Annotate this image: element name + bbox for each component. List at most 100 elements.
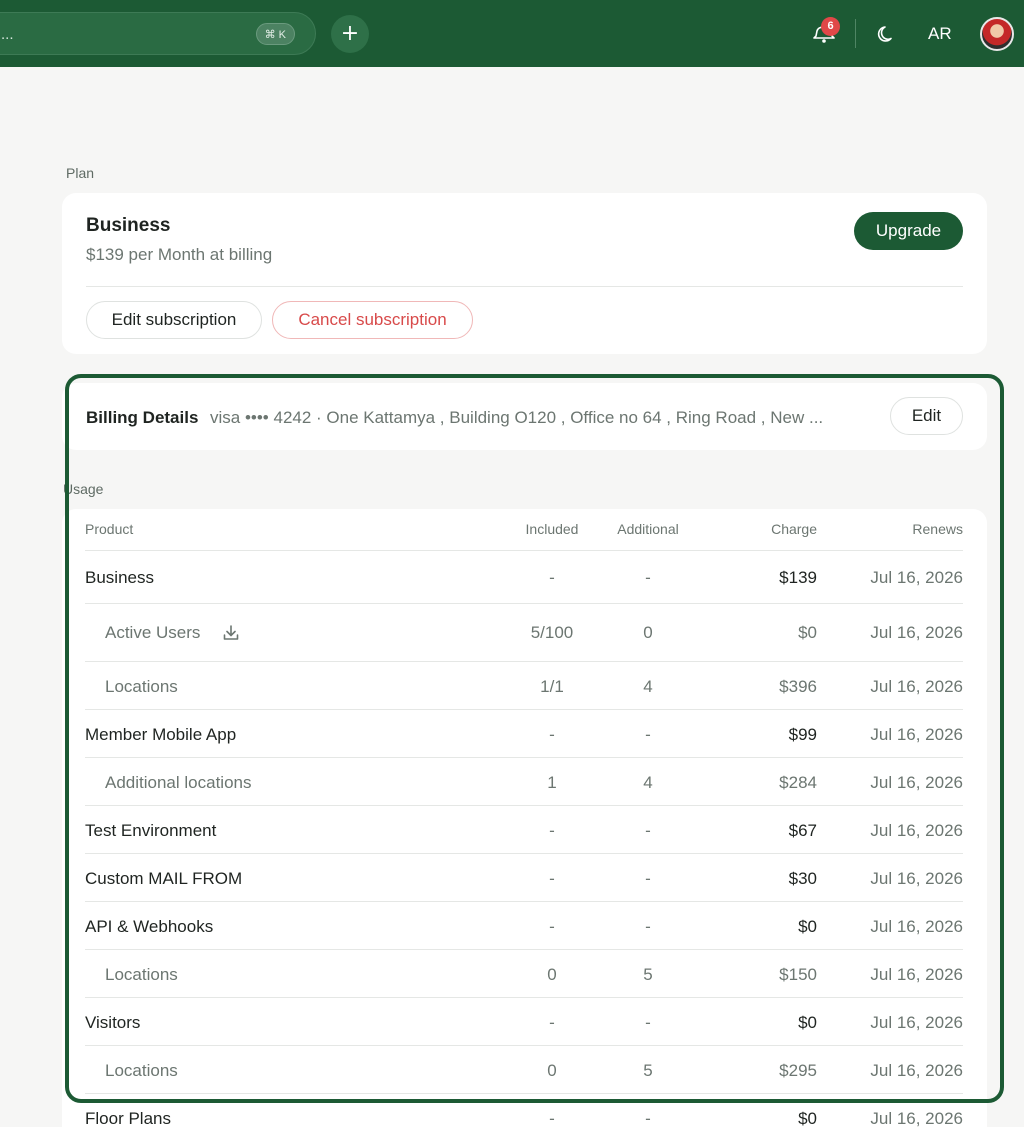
row-renews: Jul 16, 2026 — [870, 821, 963, 840]
row-additional: - — [645, 821, 651, 840]
row-additional: 4 — [643, 677, 653, 696]
column-header-charge: Charge — [771, 521, 817, 537]
edit-billing-button[interactable]: Edit — [890, 397, 963, 435]
row-additional: - — [645, 917, 651, 936]
column-header-additional: Additional — [617, 521, 679, 537]
usage-table: Product Included Additional Charge Renew… — [62, 509, 987, 1127]
row-included: - — [549, 917, 555, 936]
row-renews: Jul 16, 2026 — [870, 773, 963, 792]
column-header-included: Included — [525, 521, 579, 537]
search-shortcut-badge: ⌘ K — [255, 23, 295, 45]
cancel-subscription-button[interactable]: Cancel subscription — [272, 301, 473, 339]
usage-table-header: Product Included Additional Charge Renew… — [85, 509, 963, 551]
row-product: Visitors — [85, 1013, 141, 1032]
billing-details-title: Billing Details — [86, 408, 199, 427]
row-charge: $0 — [798, 1013, 817, 1032]
download-icon[interactable] — [222, 624, 240, 642]
top-bar: ... ⌘ K + 6 AR — [0, 0, 1024, 67]
billing-details-summary: visa •••• 4242 · One Kattamya , Building… — [210, 408, 824, 427]
row-additional: - — [645, 869, 651, 888]
row-renews: Jul 16, 2026 — [870, 568, 963, 587]
table-row: Business - - $139 Jul 16, 2026 — [85, 551, 963, 604]
row-charge: $67 — [788, 821, 817, 840]
row-additional: 4 — [643, 773, 653, 792]
row-included: - — [549, 568, 555, 587]
plan-card: Business $139 per Month at billing Upgra… — [62, 193, 987, 354]
row-additional: - — [645, 725, 651, 744]
row-renews: Jul 16, 2026 — [870, 677, 963, 696]
row-charge: $284 — [779, 773, 817, 792]
row-additional: 5 — [643, 1061, 653, 1080]
row-included: 1 — [547, 773, 557, 792]
notification-count-badge: 6 — [821, 17, 840, 36]
row-included: - — [549, 821, 555, 840]
user-avatar[interactable] — [980, 17, 1014, 51]
table-row: API & Webhooks - - $0 Jul 16, 2026 — [85, 902, 963, 950]
row-product: Custom MAIL FROM — [85, 869, 243, 888]
row-product: Business — [85, 568, 154, 587]
row-charge: $396 — [779, 677, 817, 696]
language-switch[interactable]: AR — [928, 24, 952, 44]
row-charge: $139 — [779, 568, 817, 587]
row-product: Active Users — [105, 623, 201, 642]
row-renews: Jul 16, 2026 — [870, 1013, 963, 1032]
row-included: - — [549, 869, 555, 888]
topbar-divider — [855, 19, 856, 48]
row-included: - — [549, 1013, 555, 1032]
search-bar[interactable]: ... ⌘ K — [0, 12, 316, 55]
row-charge: $0 — [798, 1109, 817, 1127]
row-product: Locations — [105, 1061, 178, 1080]
add-button[interactable]: + — [331, 15, 369, 53]
column-header-renews: Renews — [912, 521, 963, 537]
table-row: Locations 1/1 4 $396 Jul 16, 2026 — [85, 662, 963, 710]
row-charge: $150 — [779, 965, 817, 984]
row-product: Locations — [105, 677, 178, 696]
upgrade-button[interactable]: Upgrade — [854, 212, 963, 250]
plan-card-divider — [86, 286, 963, 287]
billing-details-card: Billing Details visa •••• 4242 · One Kat… — [62, 383, 987, 450]
row-renews: Jul 16, 2026 — [870, 965, 963, 984]
column-header-product: Product — [85, 521, 134, 537]
table-row: Test Environment - - $67 Jul 16, 2026 — [85, 806, 963, 854]
row-additional: - — [645, 1013, 651, 1032]
plan-price: $139 per Month at billing — [86, 245, 273, 264]
row-included: 1/1 — [540, 677, 564, 696]
row-product: Test Environment — [85, 821, 217, 840]
row-included: - — [549, 725, 555, 744]
row-renews: Jul 16, 2026 — [870, 869, 963, 888]
row-renews: Jul 16, 2026 — [870, 1109, 963, 1127]
search-input[interactable]: ... — [1, 26, 14, 43]
table-row: Additional locations 1 4 $284 Jul 16, 20… — [85, 758, 963, 806]
row-charge: $99 — [788, 725, 817, 744]
table-row: Member Mobile App - - $99 Jul 16, 2026 — [85, 710, 963, 758]
usage-section-label: Usage — [63, 481, 104, 497]
row-included: 5/100 — [530, 623, 574, 642]
row-additional: - — [645, 1109, 651, 1127]
row-charge: $295 — [779, 1061, 817, 1080]
edit-subscription-button[interactable]: Edit subscription — [86, 301, 262, 339]
row-included: 0 — [547, 1061, 557, 1080]
table-row: Visitors - - $0 Jul 16, 2026 — [85, 998, 963, 1046]
table-row: Locations 0 5 $295 Jul 16, 2026 — [85, 1046, 963, 1094]
row-product: Floor Plans — [85, 1109, 171, 1127]
row-included: - — [549, 1109, 555, 1127]
dark-mode-icon[interactable] — [877, 24, 897, 44]
row-additional: 0 — [643, 623, 653, 642]
row-product: API & Webhooks — [85, 917, 214, 936]
row-included: 0 — [547, 965, 557, 984]
row-additional: - — [645, 568, 651, 587]
row-product: Member Mobile App — [85, 725, 237, 744]
row-charge: $30 — [788, 869, 817, 888]
row-charge: $0 — [798, 623, 817, 642]
table-row: Locations 0 5 $150 Jul 16, 2026 — [85, 950, 963, 998]
row-renews: Jul 16, 2026 — [870, 725, 963, 744]
table-row: Active Users 5/100 0 $0 Jul 16, 2026 — [85, 604, 963, 662]
row-renews: Jul 16, 2026 — [870, 1061, 963, 1080]
row-product: Additional locations — [105, 773, 252, 792]
row-product: Locations — [105, 965, 178, 984]
row-renews: Jul 16, 2026 — [870, 623, 963, 642]
row-additional: 5 — [643, 965, 653, 984]
plan-name: Business — [86, 215, 171, 236]
table-row: Custom MAIL FROM - - $30 Jul 16, 2026 — [85, 854, 963, 902]
row-charge: $0 — [798, 917, 817, 936]
